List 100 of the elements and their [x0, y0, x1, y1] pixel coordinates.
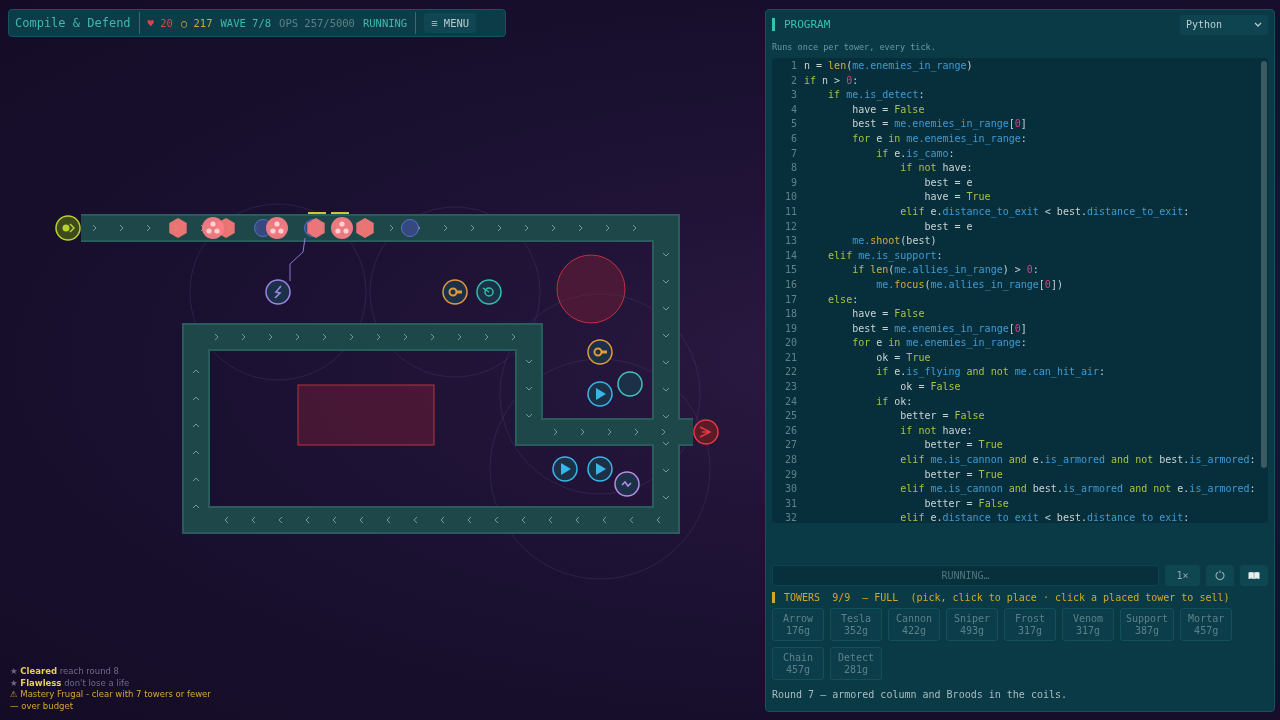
line-number: 2: [789, 73, 798, 88]
code-line: best = e: [923, 219, 973, 234]
speed-button[interactable]: 1×: [1165, 565, 1200, 586]
code-editor[interactable]: [772, 58, 1268, 523]
orb-enemy: [401, 219, 419, 237]
code-line: better = True: [923, 438, 1003, 453]
cluster-enemy: [202, 217, 224, 239]
code-line: better = False: [923, 496, 1009, 511]
status-label: RUNNING: [362, 17, 408, 29]
code-line: for e in me.enemies_in_range:: [851, 336, 1027, 351]
code-line: have = True: [923, 190, 991, 205]
code-line: elif me.is_cannon and best.is_armored and not e.is_armored:: [899, 482, 1256, 497]
code-line: elif e.distance_to_exit < best.distance_to_exit:: [899, 511, 1190, 523]
code-line: if ok:: [875, 394, 913, 409]
exit-icon: [693, 419, 719, 445]
line-number: 13: [783, 234, 798, 249]
danger-zone: [556, 254, 626, 324]
wave-tower[interactable]: [614, 471, 640, 497]
book-icon: [1248, 571, 1260, 580]
code-line: best = me.enemies_in_range[0]: [851, 117, 1027, 132]
hexagon-enemy: [169, 218, 187, 238]
code-line: if len(me.allies_in_range) > 0:: [851, 263, 1039, 278]
scrollbar[interactable]: [1261, 61, 1267, 468]
line-number: 11: [783, 204, 798, 219]
wave-counter: WAVE 7/8: [220, 17, 272, 29]
code-line: for e in me.enemies_in_range:: [851, 131, 1027, 147]
tesla-beam: [289, 237, 306, 282]
line-number: 26: [783, 423, 798, 438]
chevron-down-icon: [1254, 22, 1262, 27]
menu-button[interactable]: ≡ MENU: [424, 13, 477, 33]
reset-button[interactable]: [1206, 565, 1234, 586]
language-select[interactable]: Python: [1180, 14, 1268, 35]
achievement-text: ⚠ Mastery Frugal - clear with 7 towers or fewer — over budget: [10, 689, 212, 712]
code-line: if me.is_detect:: [827, 88, 925, 103]
docs-button[interactable]: [1240, 565, 1268, 586]
code-line: have = False: [851, 307, 925, 322]
turret-tower[interactable]: [442, 279, 468, 305]
line-number: 19: [783, 321, 798, 336]
line-number: 14: [783, 248, 798, 263]
round-tower[interactable]: [617, 371, 643, 397]
line-number: 16: [783, 277, 798, 292]
cluster-enemy: [331, 217, 353, 239]
program-hint: Runs once per tower, every tick.: [772, 42, 937, 52]
code-line: me.shoot(best): [851, 234, 937, 249]
panel-title: PROGRAM: [772, 18, 831, 31]
line-number: 18: [783, 307, 798, 322]
towers-header: TOWERS 9/9 — FULL (pick, click to place · click a placed tower to sell): [772, 592, 1268, 603]
line-number: 22: [783, 365, 798, 380]
line-number: 25: [783, 409, 798, 424]
line-number: 7: [789, 146, 798, 161]
code-line: ok = False: [899, 380, 961, 395]
line-number: 27: [783, 438, 798, 453]
cluster-enemy: [266, 217, 288, 239]
code-line: better = False: [899, 409, 985, 424]
code-line: best = e: [923, 175, 973, 190]
code-line: if e.is_camo:: [875, 146, 955, 162]
code-line: best = me.enemies_in_range[0]: [851, 321, 1027, 337]
reset-icon: [1215, 570, 1225, 581]
line-number: 29: [783, 467, 798, 482]
target-tower[interactable]: [476, 279, 502, 305]
triangle-tower[interactable]: [587, 381, 613, 407]
line-number: 17: [783, 292, 798, 307]
spawn-icon: [55, 215, 81, 241]
achievement-text: ★ Flawless don't lose a life: [10, 677, 131, 689]
line-number: 20: [783, 336, 798, 351]
code-line: ok = True: [875, 350, 931, 365]
line-number: 10: [783, 190, 798, 205]
code-line: n = len(me.enemies_in_range): [804, 59, 973, 74]
line-number: 31: [783, 496, 798, 511]
lives-counter: ♥ 20: [147, 17, 173, 29]
line-number: 12: [783, 219, 798, 234]
line-number: 15: [783, 263, 798, 278]
line-number: 30: [783, 482, 798, 497]
line-number: 23: [783, 380, 798, 395]
code-line: if n > 0:: [804, 73, 859, 88]
game-title: Compile & Defend: [15, 16, 131, 30]
line-number: 1: [789, 59, 798, 73]
ops-counter: OPS 257/5000: [279, 17, 355, 29]
achievement-text: ★ Cleared reach round 8: [10, 666, 121, 678]
triangle-tower[interactable]: [587, 456, 613, 482]
bolt-tower[interactable]: [265, 279, 291, 305]
code-line: if not have:: [899, 161, 973, 176]
code-line: if e.is_flying and not me.can_hit_air:: [875, 365, 1106, 380]
line-number: 4: [789, 102, 798, 117]
code-line: better = True: [923, 467, 1003, 482]
turret-tower[interactable]: [587, 339, 613, 365]
line-number: 21: [783, 350, 798, 365]
code-line: me.focus(me.allies_in_range[0]): [875, 277, 1063, 293]
run-button[interactable]: RUNNING…: [772, 565, 1159, 586]
line-number: 28: [783, 453, 798, 468]
code-line: elif e.distance_to_exit < best.distance_to_exit:: [899, 204, 1190, 220]
code-line: if not have:: [899, 423, 973, 438]
hexagon-enemy: [356, 218, 374, 238]
code-line: elif me.is_cannon and e.is_armored and not best.is_armored:: [899, 453, 1256, 468]
line-number: 5: [789, 117, 798, 132]
triangle-tower[interactable]: [552, 456, 578, 482]
line-number: 8: [789, 161, 798, 176]
line-number: 6: [789, 131, 798, 146]
line-number: 9: [789, 175, 798, 190]
coin-counter: ○ 217: [180, 17, 213, 29]
